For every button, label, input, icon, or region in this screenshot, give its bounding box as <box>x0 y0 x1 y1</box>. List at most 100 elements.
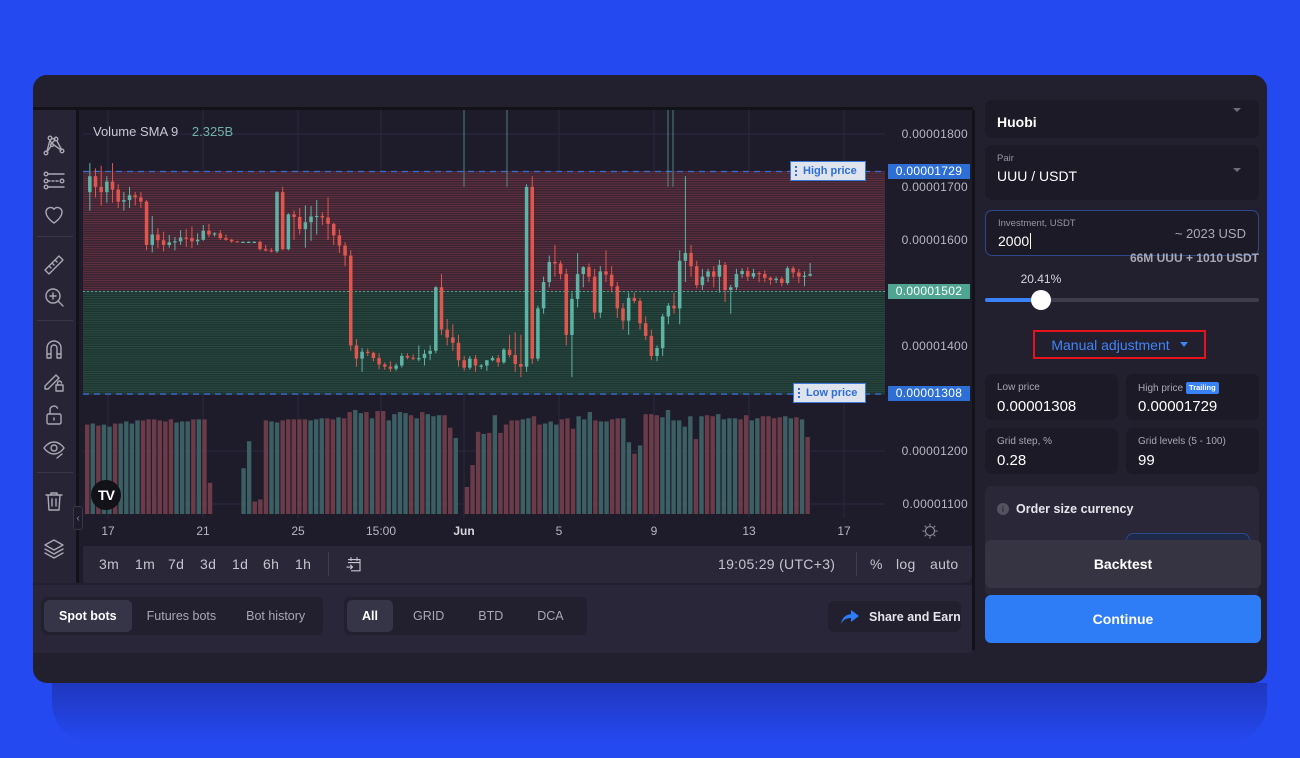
clock-readout[interactable]: 19:05:29 (UTC+3) <box>718 556 835 572</box>
volume-bar <box>665 410 671 514</box>
grid-levels-field[interactable]: Grid levels (5 - 100) 99 <box>1126 428 1259 474</box>
candle-body <box>462 360 466 368</box>
exchange-select[interactable]: Huobi <box>985 100 1259 138</box>
tab-grid[interactable]: GRID <box>393 600 464 632</box>
volume-bar <box>420 412 425 514</box>
high-price-label: High price Trailing <box>1138 382 1219 394</box>
log-scale-button[interactable]: log <box>896 556 916 572</box>
high-price-field[interactable]: High price Trailing 0.00001729 <box>1126 374 1259 420</box>
manual-adjustment-dropdown[interactable]: Manual adjustment <box>1033 330 1206 359</box>
layers-icon[interactable] <box>41 536 67 562</box>
share-and-earn-button[interactable]: Share and Earn <box>828 601 961 632</box>
candle-body <box>144 201 149 245</box>
volume-bar <box>152 419 157 514</box>
tab-futures-bots[interactable]: Futures bots <box>132 600 231 632</box>
candle-body <box>700 276 705 286</box>
tab-dca[interactable]: DCA <box>517 600 583 632</box>
candle-body <box>212 233 217 235</box>
trash-icon[interactable] <box>41 488 67 514</box>
slider-thumb[interactable] <box>1030 290 1051 310</box>
collapse-toolbar-button[interactable]: ‹ <box>73 506 83 530</box>
candle-body <box>224 238 228 240</box>
investment-input[interactable]: Investment, USDT 2000 ~ 2023 USD <box>985 210 1259 256</box>
range-6h-button[interactable]: 6h <box>263 556 279 572</box>
time-label: 17 <box>101 524 115 538</box>
tab-spot-bots[interactable]: Spot bots <box>44 600 132 632</box>
heart-icon[interactable] <box>41 202 67 228</box>
range-1h-button[interactable]: 1h <box>295 556 311 572</box>
investment-ratio-slider[interactable] <box>985 290 1259 310</box>
go-to-date-icon[interactable] <box>345 555 363 573</box>
volume-bar <box>191 419 196 514</box>
volume-bar <box>196 419 202 514</box>
price-chart[interactable] <box>83 110 885 518</box>
tradingview-logo[interactable]: TV <box>91 480 121 510</box>
high-price-level-handle[interactable]: High price <box>790 161 866 181</box>
eye-icon[interactable] <box>41 436 67 462</box>
low-price-field[interactable]: Low price 0.00001308 <box>985 374 1118 420</box>
tab-all[interactable]: All <box>347 600 393 632</box>
candle-body <box>360 351 364 359</box>
volume-bar <box>124 421 129 514</box>
candle-body <box>723 265 727 290</box>
time-axis[interactable]: 17 21 25 15:00 Jun 5 9 13 17 <box>83 518 972 544</box>
range-3d-button[interactable]: 3d <box>200 556 216 572</box>
grid-step-field[interactable]: Grid step, % 0.28 <box>985 428 1118 474</box>
fib-retracement-icon[interactable] <box>41 168 67 194</box>
unlock-icon[interactable] <box>41 402 67 428</box>
tab-bot-history[interactable]: Bot history <box>231 600 320 632</box>
tab-btd[interactable]: BTD <box>464 600 517 632</box>
candle-body <box>473 358 478 366</box>
candle-body <box>377 358 381 365</box>
volume-bar <box>341 418 347 514</box>
range-7d-button[interactable]: 7d <box>168 556 184 572</box>
lock-drawing-icon[interactable] <box>41 368 67 394</box>
low-price-level-handle[interactable]: Low price <box>793 383 867 403</box>
candle-body <box>626 297 631 321</box>
volume-bar <box>542 423 548 514</box>
volume-bar <box>386 420 391 514</box>
volume-bar <box>582 419 587 514</box>
range-1m-button[interactable]: 1m <box>135 556 155 572</box>
volume-bar <box>375 411 380 514</box>
candle-body <box>394 365 398 369</box>
candle-body <box>309 216 313 223</box>
trailing-badge[interactable]: Trailing <box>1186 382 1219 394</box>
volume-bar <box>319 418 324 514</box>
manual-adjustment-label: Manual adjustment <box>1051 336 1170 353</box>
volume-bar <box>682 426 687 514</box>
volume-bar <box>85 424 90 514</box>
settings-sun-icon[interactable] <box>921 522 939 540</box>
candle-body <box>218 233 223 239</box>
volume-bar <box>743 415 749 514</box>
candle-body <box>297 216 302 230</box>
magnet-icon[interactable] <box>41 336 67 362</box>
candle-body <box>575 274 580 299</box>
volume-bar <box>481 433 486 514</box>
pattern-icon[interactable] <box>41 132 67 158</box>
volume-bar <box>576 416 581 514</box>
pair-select[interactable]: Pair UUU / USDT <box>985 145 1259 200</box>
candle-body <box>711 271 716 277</box>
time-label: 13 <box>742 524 756 538</box>
percent-scale-button[interactable]: % <box>870 556 883 572</box>
auto-scale-button[interactable]: auto <box>930 556 958 572</box>
price-axis[interactable]: 0.00001800 0.00001700 0.00001600 0.00001… <box>885 110 972 518</box>
volume-bar <box>129 423 135 514</box>
info-icon[interactable]: i <box>997 503 1009 515</box>
volume-bar <box>587 412 592 514</box>
anchor-icon[interactable] <box>41 110 67 118</box>
volume-bar <box>604 421 609 514</box>
candle-body <box>246 241 251 244</box>
range-3m-button[interactable]: 3m <box>99 556 119 572</box>
backtest-button[interactable]: Backtest <box>985 540 1261 588</box>
range-1d-button[interactable]: 1d <box>232 556 248 572</box>
candle-body <box>763 274 767 278</box>
candle-body <box>422 353 427 359</box>
zoom-in-icon[interactable] <box>41 284 67 310</box>
volume-bar <box>716 414 721 514</box>
continue-button[interactable]: Continue <box>985 595 1261 643</box>
candle-body <box>88 176 92 193</box>
ruler-icon[interactable] <box>41 252 67 278</box>
volume-bar <box>392 414 397 514</box>
